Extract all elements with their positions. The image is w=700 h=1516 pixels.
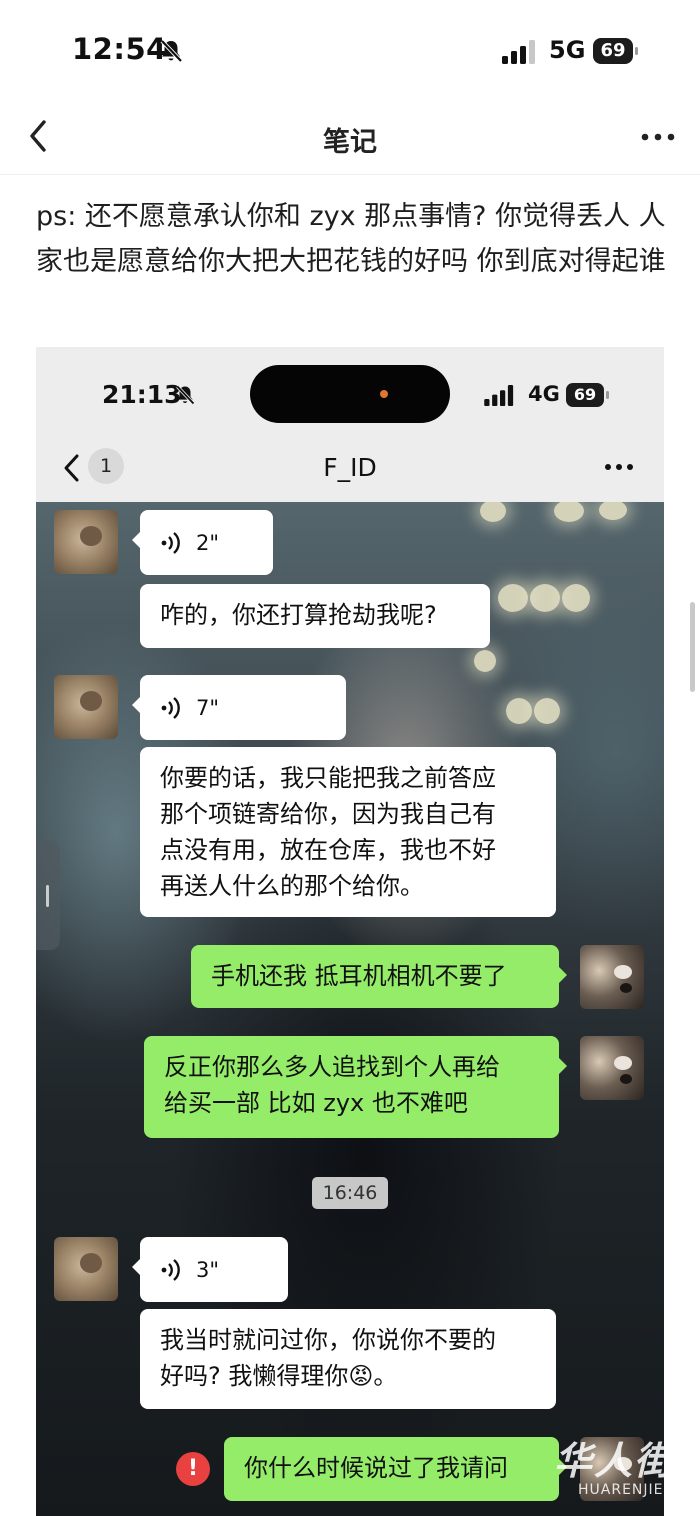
recording-dot-icon xyxy=(380,390,388,398)
more-dots-icon[interactable] xyxy=(638,122,678,152)
more-dots-icon[interactable] xyxy=(602,455,636,479)
post-body-text: ps: 还不愿意承认你和 zyx 那点事情? 你觉得丢人 人家也是愿意给你大把大… xyxy=(36,201,666,277)
top-nav-bar: 笔记 xyxy=(0,100,700,175)
message-bubble[interactable]: 你要的话，我只能把我之前答应 那个项链寄给你，因为我自己有 点没有用，放在仓库，… xyxy=(140,747,556,917)
message-text: 你什么时候说过了我请问 xyxy=(244,1454,508,1482)
chat-title: F_ID xyxy=(323,453,377,482)
message-text-line: 点没有用，放在仓库，我也不好 xyxy=(160,836,496,864)
message-text-line: 那个项链寄给你，因为我自己有 xyxy=(160,800,496,828)
voice-message-bubble[interactable]: 7" xyxy=(132,675,346,740)
message-text: 手机还我 抵耳机相机不要了 xyxy=(211,962,507,990)
inner-network-type: 4G xyxy=(528,382,560,406)
scrollbar[interactable] xyxy=(690,602,695,692)
bell-slash-icon xyxy=(176,385,195,405)
message-bubble[interactable]: 我当时就问过你，你说你不要的 好吗? 我懒得理你😡。 xyxy=(140,1309,556,1409)
bell-slash-icon xyxy=(160,39,183,63)
voice-wave-icon xyxy=(161,697,180,719)
message-bubble[interactable]: 咋的，你还打算抢劫我呢? xyxy=(140,584,490,648)
signal-icon xyxy=(502,40,535,64)
voice-message-bubble[interactable]: 2" xyxy=(132,510,273,575)
contact-avatar[interactable] xyxy=(54,510,118,574)
message-text-line: 再送人什么的那个给你。 xyxy=(160,872,424,900)
voice-duration: 7" xyxy=(196,696,220,720)
message-text: 咋的，你还打算抢劫我呢? xyxy=(160,601,437,629)
battery-icon: 69 xyxy=(566,383,610,407)
message-text-line: 我当时就问过你，你说你不要的 xyxy=(160,1326,496,1354)
send-failed-icon[interactable]: ! xyxy=(176,1452,210,1486)
voice-duration: 2" xyxy=(196,531,220,555)
message-text-line: 你要的话，我只能把我之前答应 xyxy=(160,764,496,792)
embedded-chat-screenshot[interactable]: 21:13 4G 69 1 F_ID 2" 咋的，你还打算抢劫我呢? 7" 你要… xyxy=(36,347,664,1516)
voice-duration: 3" xyxy=(196,1258,220,1282)
dynamic-island xyxy=(250,365,450,423)
inner-status-bar: 21:13 4G 69 xyxy=(36,347,664,439)
page-title: 笔记 xyxy=(323,127,377,158)
voice-wave-icon xyxy=(161,532,180,554)
user-avatar[interactable] xyxy=(580,945,644,1009)
contact-avatar[interactable] xyxy=(54,1237,118,1301)
watermark-text: 华人街 xyxy=(554,1438,675,1483)
battery-level: 69 xyxy=(593,38,633,64)
signal-icon xyxy=(484,385,514,406)
voice-message-bubble[interactable]: 3" xyxy=(132,1237,288,1302)
battery-icon: 69 xyxy=(593,38,639,64)
inner-status-time: 21:13 xyxy=(102,380,182,409)
side-drag-handle[interactable] xyxy=(36,840,60,950)
network-type: 5G xyxy=(549,36,586,64)
message-text-line: 反正你那么多人追找到个人再给 xyxy=(164,1053,500,1081)
message-bubble[interactable]: 你什么时候说过了我请问 xyxy=(224,1437,567,1501)
user-avatar[interactable] xyxy=(580,1036,644,1100)
message-bubble[interactable]: 手机还我 抵耳机相机不要了 xyxy=(191,945,567,1008)
message-text-line: 给买一部 比如 zyx 也不难吧 xyxy=(164,1089,468,1117)
watermark-logo: 华人街 HUARENJIE xyxy=(548,1430,698,1510)
chat-nav-bar: 1 F_ID xyxy=(36,439,664,502)
status-time: 12:54 xyxy=(72,32,167,66)
watermark-subtext: HUARENJIE xyxy=(578,1482,664,1498)
voice-wave-icon xyxy=(161,1259,180,1281)
message-text-line: 好吗? 我懒得理你😡。 xyxy=(160,1362,398,1390)
status-bar: 12:54 5G 69 xyxy=(0,0,700,100)
inner-battery-level: 69 xyxy=(566,383,604,407)
contact-avatar[interactable] xyxy=(54,675,118,739)
message-bubble[interactable]: 反正你那么多人追找到个人再给 给买一部 比如 zyx 也不难吧 xyxy=(144,1036,567,1138)
chat-timestamp: 16:46 xyxy=(312,1177,388,1209)
